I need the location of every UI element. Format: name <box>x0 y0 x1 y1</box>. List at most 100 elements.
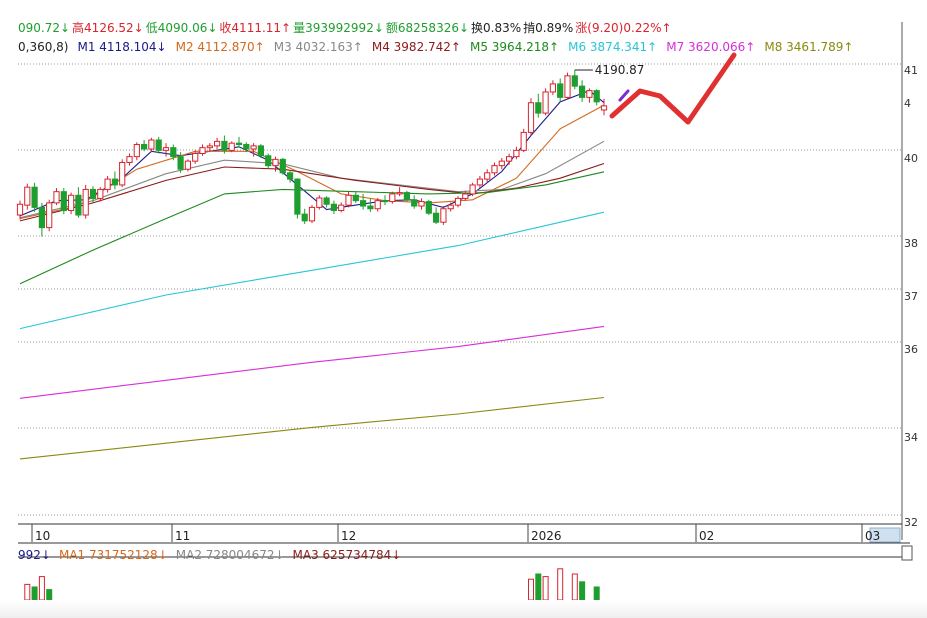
vol-bar-item: MA1 731752128↓ <box>58 548 168 562</box>
candle-body <box>520 131 527 151</box>
volume-bar <box>593 586 600 601</box>
ma-line-m7 <box>19 325 605 399</box>
candle-body <box>177 156 184 170</box>
ma-line-m6 <box>19 211 605 330</box>
candle-body <box>184 160 192 170</box>
candle-body <box>235 142 243 146</box>
top-bar-item: 高4126.52↓ <box>72 21 144 35</box>
candle-body <box>119 161 126 186</box>
top-bar-item: 收4111.11↑ <box>219 21 292 35</box>
ma-legend-bar: 0,360,8) M1 4118.104↓ M2 4112.870↑ M3 4032.… <box>18 40 862 54</box>
candle-body <box>16 203 24 216</box>
volume-bar <box>535 573 542 601</box>
y-axis-labels: 41 4 40 38 37 36 34 32 <box>904 64 918 529</box>
candle-body <box>75 194 82 216</box>
candlesticks <box>16 70 608 237</box>
candle-body <box>579 85 586 98</box>
candle-body <box>345 194 352 206</box>
top-bar-item: 低4090.06↓ <box>145 21 218 35</box>
vol-bar-item: MA3 625734784↓ <box>292 548 402 562</box>
x-tick-label: 12 <box>341 529 356 543</box>
candle-body <box>403 192 410 201</box>
candle-body <box>593 90 600 103</box>
candle-body <box>454 197 462 206</box>
candle-body <box>257 145 264 157</box>
y-tick-label: 41 <box>904 64 918 77</box>
candle-body <box>323 197 330 205</box>
x-tick-label: 2026 <box>531 529 562 543</box>
candle-body <box>506 156 513 162</box>
candle-body <box>170 147 177 158</box>
candle-body <box>447 204 454 210</box>
x-tick-label: 11 <box>175 529 190 543</box>
ma-bar-item: M5 3964.218↑ <box>469 40 560 54</box>
ma-bar-item: M7 3620.066↑ <box>666 40 756 54</box>
x-tick-label: 02 <box>699 529 714 543</box>
max-price-label: 4190.87 <box>595 63 645 77</box>
vol-bar-item: MA2 728004672↓ <box>175 548 285 562</box>
candle-body <box>476 178 483 186</box>
candle-body <box>433 212 440 223</box>
candle-body <box>221 140 228 151</box>
candle-body <box>192 153 199 162</box>
candle-body <box>60 191 67 212</box>
y-tick-label: 36 <box>904 343 918 356</box>
candle-body <box>564 75 571 98</box>
kline-chart: 10 11 12 2026 02 03 41 4 40 38 37 36 34 32 4190.87 <box>16 22 918 601</box>
candle-body <box>600 105 608 111</box>
candle-body <box>46 202 53 229</box>
candle-body <box>31 186 38 208</box>
candle-body <box>352 194 359 202</box>
candle-body <box>53 191 60 204</box>
y-tick-label: 40 <box>904 152 918 165</box>
candle-body <box>250 145 257 150</box>
candle-body <box>89 188 97 199</box>
candle-body <box>308 206 316 222</box>
volume-bar <box>528 578 534 601</box>
candle-body <box>38 206 45 229</box>
candle-body <box>498 160 505 167</box>
candle-body <box>586 90 593 98</box>
ma-bar-item: M3 4032.163↑ <box>273 40 363 54</box>
candle-body <box>287 172 294 180</box>
candle-body <box>484 172 491 180</box>
top-bar-item: 额68258326↓ <box>385 21 470 35</box>
volume-bar <box>542 576 549 601</box>
candle-body <box>301 213 308 222</box>
volume-bar <box>579 581 586 601</box>
candle-body <box>374 200 381 210</box>
volume-bars <box>24 568 600 601</box>
top-bar-item: 090.72↓ <box>18 21 71 35</box>
volume-bar <box>571 573 578 601</box>
candle-body <box>469 184 476 195</box>
candle-body <box>294 178 301 215</box>
candle-body <box>111 178 119 186</box>
top-bar-item: 涨(9.20)0.22%↑ <box>575 21 672 35</box>
candle-body <box>360 200 367 207</box>
candle-body <box>228 142 235 151</box>
volume-bar <box>46 589 53 601</box>
candle-body <box>68 194 75 212</box>
candle-body <box>316 197 323 208</box>
purple-marker <box>618 89 630 102</box>
candle-body <box>535 102 542 114</box>
volume-ma-legend-bar: 992↓ MA1 731752128↓ MA2 728004672↓ MA3 6257… <box>18 548 409 562</box>
top-bar-item: 换0.83% <box>471 21 522 35</box>
y-tick-label: 34 <box>904 431 918 444</box>
candle-body <box>367 205 374 210</box>
x-tick-label: 03 <box>865 529 880 543</box>
candle-body <box>330 203 337 212</box>
y-tick-label: 38 <box>904 237 918 250</box>
candle-body <box>549 83 556 93</box>
candle-body <box>396 192 403 195</box>
candle-body <box>162 147 170 151</box>
candle-body <box>24 186 31 206</box>
ma-bar-item: M4 3982.742↑ <box>371 40 461 54</box>
candle-body <box>272 158 279 167</box>
y-tick-label: 32 <box>904 516 918 529</box>
candle-body <box>513 149 520 158</box>
candle-body <box>104 178 111 190</box>
candle-body <box>381 200 389 203</box>
candle-body <box>155 139 162 151</box>
y-tick-label: 37 <box>904 290 918 303</box>
